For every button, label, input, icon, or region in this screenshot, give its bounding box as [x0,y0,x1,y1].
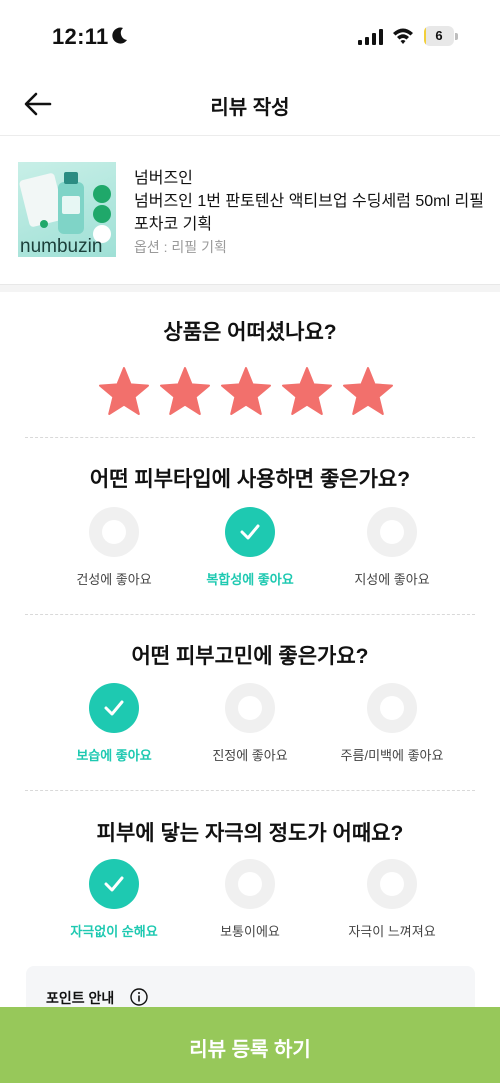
brand-name: 넘버즈인 [134,170,193,187]
wifi-icon [393,28,413,44]
star-icon[interactable] [220,366,272,418]
option-unselected-circle[interactable] [89,507,139,557]
info-icon[interactable] [130,988,148,1006]
irritation-option[interactable]: 자극없이 순해요 [44,859,184,949]
option-unselected-circle[interactable] [225,859,275,909]
option-label: 복합성에 좋아요 [206,572,294,587]
check-icon [104,700,124,716]
star-icon[interactable] [342,366,394,418]
irritation-option[interactable]: 보통이에요 [180,859,320,949]
product-thumbnail: numbuzin [18,162,116,257]
dashed-divider [25,790,475,791]
status-time: 12:11 [52,24,109,49]
option-label: 지성에 좋아요 [354,572,430,587]
option-unselected-circle[interactable] [367,683,417,733]
star-icon[interactable] [98,366,150,418]
irritation-option[interactable]: 자극이 느껴져요 [322,859,462,949]
battery-indicator: 6 [424,26,458,46]
signal-icon [358,29,383,45]
irritation-question: 피부에 닿는 자극의 정도가 어때요? [96,822,404,845]
skin-concern-option[interactable]: 보습에 좋아요 [44,683,184,773]
option-unselected-circle[interactable] [225,683,275,733]
option-label: 진정에 좋아요 [212,748,288,763]
dashed-divider [25,437,475,438]
option-label: 건성에 좋아요 [76,572,152,587]
star-icon[interactable] [159,366,211,418]
skin-concern-option[interactable]: 진정에 좋아요 [180,683,320,773]
star-rating[interactable] [98,366,398,422]
skin-type-option[interactable]: 지성에 좋아요 [322,507,462,597]
check-icon [240,524,260,540]
option-selected-circle[interactable] [225,507,275,557]
page-title: 리뷰 작성 [210,97,290,119]
skin-concern-option[interactable]: 주름/미백에 좋아요 [322,683,462,773]
skin-type-option[interactable]: 복합성에 좋아요 [180,507,320,597]
option-label: 보습에 좋아요 [76,748,152,763]
option-selected-circle[interactable] [89,683,139,733]
check-icon [104,876,124,892]
option-label: 자극없이 순해요 [70,924,158,939]
section-divider [0,284,500,292]
product-summary: numbuzin 넘버즈인 넘버즈인 1번 판토텐산 액티브업 수딩세럼 50m… [0,137,500,284]
app-header: 리뷰 작성 [0,72,500,136]
submit-review-button[interactable]: 리뷰 등록 하기 [0,1007,500,1083]
product-logo-text: numbuzin [20,236,102,257]
option-label: 주름/미백에 좋아요 [340,748,444,763]
option-unselected-circle[interactable] [367,859,417,909]
status-bar: 12:11 6 [0,0,500,72]
skin-concern-question: 어떤 피부고민에 좋은가요? [131,645,369,668]
submit-review-label: 리뷰 등록 하기 [189,1039,311,1061]
product-name: 넘버즈인 1번 판토텐산 액티브업 수딩세럼 50ml 리필 포차코 기획 [134,193,484,233]
point-notice-title: 포인트 안내 [46,990,115,1006]
rating-question: 상품은 어떠셨나요? [163,321,337,344]
product-thumbnail-art: numbuzin [19,172,111,257]
skin-type-question: 어떤 피부타입에 사용하면 좋은가요? [89,468,411,491]
battery-level-text: 6 [435,28,443,43]
star-icon[interactable] [281,366,333,418]
option-selected-circle[interactable] [89,859,139,909]
option-label: 보통이에요 [220,924,280,939]
dashed-divider [25,614,475,615]
skin-type-option[interactable]: 건성에 좋아요 [44,507,184,597]
moon-icon [112,27,127,44]
product-option: 옵션 : 리필 기획 [134,239,227,255]
option-unselected-circle[interactable] [367,507,417,557]
option-label: 자극이 느껴져요 [348,924,436,939]
